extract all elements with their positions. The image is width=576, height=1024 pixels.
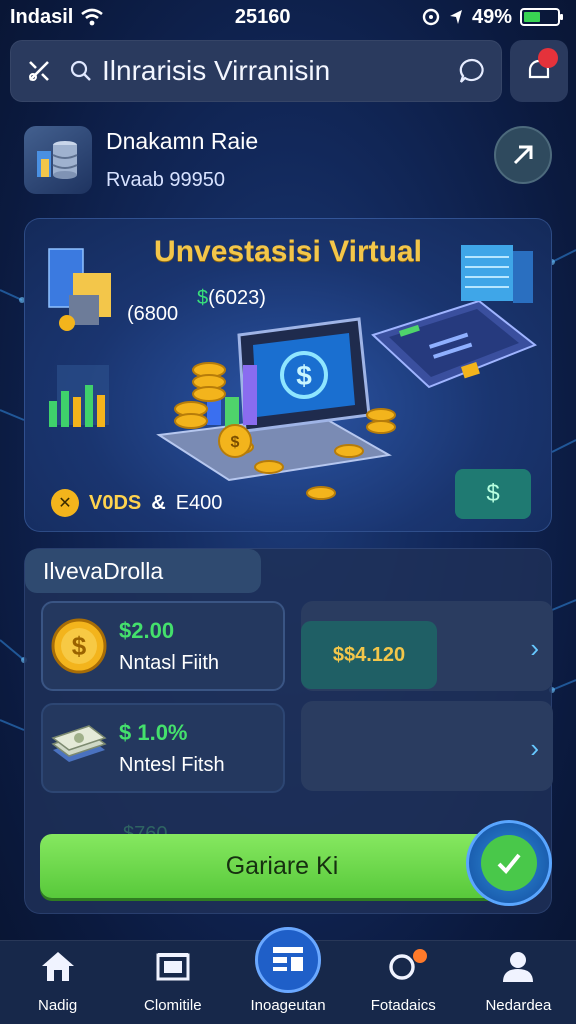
hero-stat-value: E400	[175, 491, 223, 514]
nav-item-profile[interactable]: Nedardea	[461, 941, 576, 1024]
search-icon	[70, 60, 91, 81]
hero-stat-separator: &	[151, 491, 166, 514]
chevron-right-icon[interactable]: ›	[530, 633, 539, 664]
status-left: Indasil	[10, 5, 104, 29]
person-icon	[503, 952, 534, 982]
cta-label: Gariare Ki	[225, 851, 339, 880]
nav-label: Clomitile	[144, 997, 202, 1014]
status-right: 49%	[422, 5, 563, 29]
profile-text: Dnakamn Raie Rvaab 99950	[106, 128, 258, 192]
asset-texts: $ 1.0% Nntesl Fitsh	[119, 720, 225, 777]
cash-stack-icon	[49, 713, 109, 783]
nav-item-search[interactable]: Fotadaics	[346, 941, 461, 1024]
carrier-label: Indasil	[10, 5, 74, 28]
document-panel-illustration	[371, 299, 537, 389]
svg-text:$: $	[231, 434, 240, 451]
nav-label: Fotadaics	[370, 997, 436, 1014]
status-bar: Indasil 25160 49%	[0, 0, 576, 34]
battery-icon	[519, 8, 563, 26]
checkmark-icon	[481, 835, 537, 891]
asset-detail-card[interactable]: ›	[301, 701, 553, 791]
nav-label: Nadig	[38, 997, 78, 1014]
notification-dot	[538, 48, 558, 68]
asset-texts: $2.00 Nntasl Fiith	[119, 618, 219, 675]
dollar-icon: $	[486, 480, 500, 507]
asset-amount: $2.00	[119, 617, 175, 643]
alarm-icon	[422, 8, 440, 26]
server-stack-illustration	[48, 248, 111, 331]
svg-text:$: $	[72, 631, 87, 661]
database-icon	[24, 126, 92, 194]
hero-card: Unvestasisi Virtual (6800 $(6023) $ $ ✕ …	[24, 218, 552, 532]
list-icon	[255, 927, 321, 993]
asset-label: Nntesl Fitsh	[119, 753, 225, 776]
hero-action-button[interactable]: $	[455, 469, 531, 519]
primary-cta-button[interactable]: Gariare Ki	[40, 834, 524, 898]
notification-button[interactable]	[510, 40, 568, 102]
bar-chart-illustration	[49, 365, 109, 427]
nav-item-wallet[interactable]: Clomitile	[115, 941, 230, 1024]
trend-arrow-button[interactable]	[494, 126, 552, 184]
asset-card[interactable]: $ 1.0% Nntesl Fitsh	[41, 703, 285, 793]
data-blocks-illustration	[461, 245, 533, 303]
clock: 25160	[234, 5, 291, 28]
battery-percent: 49%	[471, 5, 512, 28]
battery-fill	[523, 12, 540, 22]
location-arrow-icon	[449, 10, 462, 24]
hero-stat: ✕ V0DS & E400	[51, 489, 222, 517]
chevron-right-icon[interactable]: ›	[530, 733, 539, 764]
asset-amount: $ 1.0%	[119, 719, 188, 745]
search-text: Ilnrarisis Virranisin	[102, 55, 331, 86]
profile-title: Dnakamn Raie	[106, 128, 259, 154]
nav-item-center[interactable]: Inoageutan	[230, 927, 345, 1024]
profile-header: Dnakamn Raie Rvaab 99950	[24, 120, 554, 200]
hero-stat-label: V0DS	[89, 491, 142, 514]
portfolio-tab[interactable]: IlvevaDrolla	[25, 549, 261, 593]
nav-label: Inoageutan	[250, 997, 326, 1014]
confirm-badge-button[interactable]	[466, 820, 552, 906]
wallet-icon	[156, 953, 190, 981]
arrow-up-right-icon	[513, 145, 533, 165]
search-input[interactable]: Ilnrarisis Virranisin	[70, 55, 440, 87]
nav-item-home[interactable]: Nadig	[0, 941, 115, 1024]
gold-coin-icon: $	[49, 611, 109, 681]
chat-bubble-icon[interactable]	[458, 57, 486, 85]
profile-subtitle: Rvaab 99950	[106, 169, 225, 191]
laptop-coins-illustration: $ $	[156, 317, 396, 500]
coin-icon: ✕	[51, 489, 79, 517]
home-icon	[41, 952, 74, 981]
nav-label: Nedardea	[485, 997, 552, 1014]
wifi-icon	[81, 8, 104, 26]
asset-detail-amount: $$4.120	[301, 621, 437, 689]
asset-label: Nntasl Fiith	[119, 651, 220, 674]
search-bar[interactable]: Ilnrarisis Virranisin	[10, 40, 502, 102]
bottom-nav: Nadig Clomitile Inoageutan Fotadaics Ned…	[0, 927, 576, 1024]
asset-detail-card[interactable]: $$4.120 ›	[301, 601, 553, 691]
svg-text:$: $	[296, 360, 312, 391]
tools-icon[interactable]	[26, 58, 52, 84]
asset-card[interactable]: $ $2.00 Nntasl Fiith	[41, 601, 285, 691]
nav-badge-dot	[412, 949, 427, 963]
